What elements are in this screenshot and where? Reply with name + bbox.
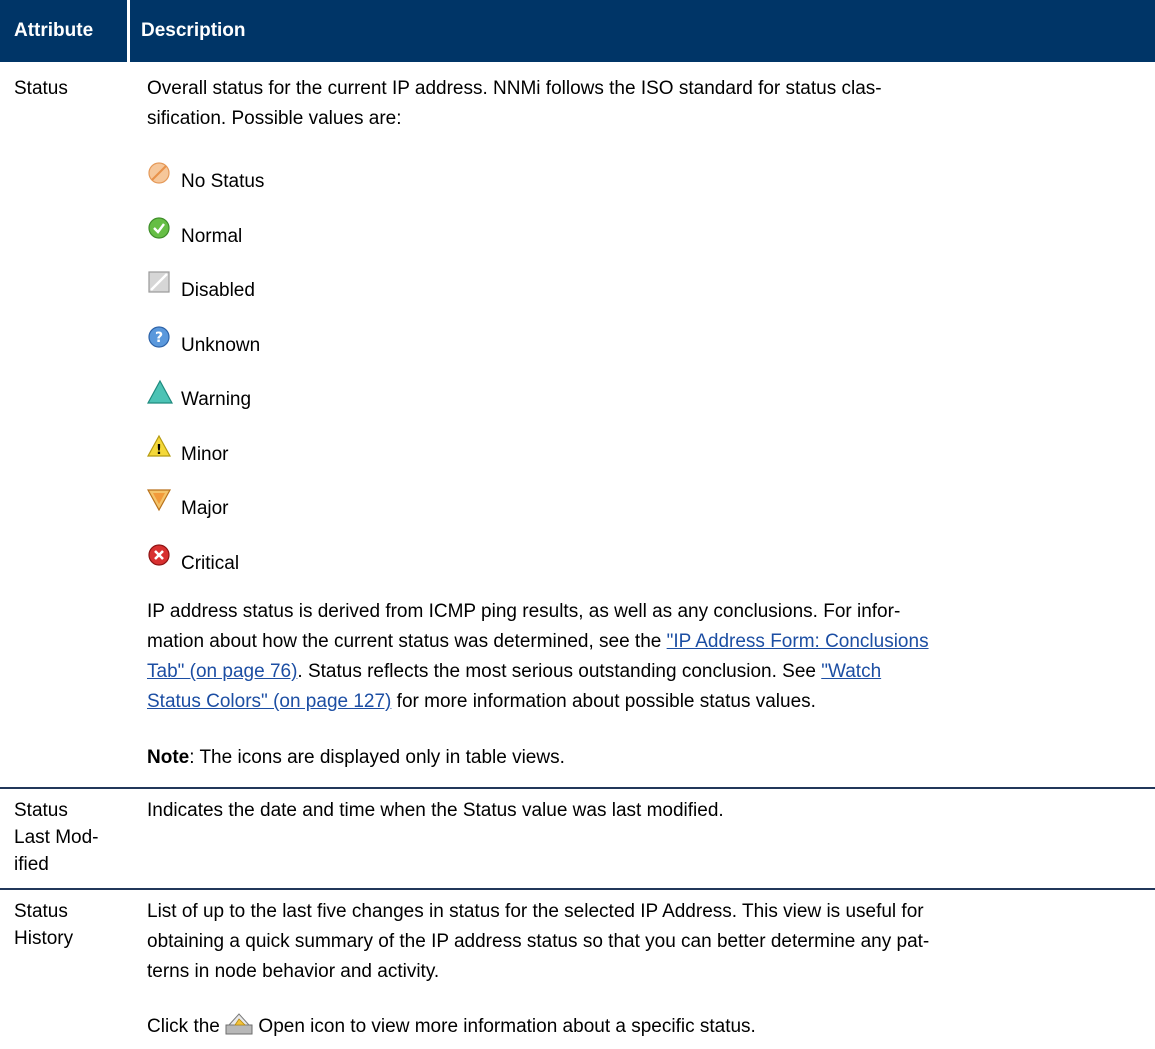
minor-icon: ! [147, 434, 172, 458]
status-para2-line4: Status Colors" (on page 127) for more in… [147, 687, 816, 717]
status-label: Unknown [181, 335, 261, 356]
attribute-line: History [14, 928, 74, 949]
header-description: Description [141, 20, 246, 41]
history-desc-line1: List of up to the last five changes in s… [147, 901, 924, 922]
open-icon [225, 1013, 253, 1035]
attribute-line: Last Mod- [14, 827, 99, 848]
svg-text:!: ! [156, 443, 162, 458]
history-click-instruction: Click the Open icon to view more informa… [147, 1012, 756, 1042]
status-label: Disabled [181, 280, 255, 301]
row-divider [0, 888, 1155, 890]
note-text: : The icons are displayed only in table … [189, 747, 565, 768]
status-para2-line3: Tab" (on page 76). Status reflects the m… [147, 657, 881, 687]
note-label: Note [147, 747, 190, 768]
attribute-line: Status [14, 800, 68, 821]
svg-text:?: ? [155, 330, 163, 346]
status-label: Normal [181, 226, 243, 247]
header-divider [127, 0, 130, 62]
status-label: Major [181, 498, 229, 519]
para2-text: for more information about possible stat… [391, 691, 816, 712]
status-para2-line2: mation about how the current status was … [147, 627, 929, 657]
attribute-status: Status [14, 78, 68, 99]
status-note: Note: The icons are displayed only in ta… [147, 743, 565, 773]
attribute-line: Status [14, 901, 68, 922]
disabled-icon [148, 271, 170, 293]
normal-icon [148, 217, 170, 239]
status-desc-line1: Overall status for the current IP addres… [147, 78, 882, 99]
warning-icon [147, 379, 174, 404]
status-label: Warning [181, 389, 252, 410]
status-label: Minor [181, 444, 229, 465]
table-header: Attribute Description [0, 0, 1155, 62]
row-divider [0, 787, 1155, 789]
link-watch-status-colors-cont[interactable]: Status Colors" (on page 127) [147, 691, 391, 712]
status-label: No Status [181, 171, 265, 192]
status-desc-line2: sification. Possible values are: [147, 108, 402, 129]
click-text: Open icon to view more information about… [253, 1016, 756, 1037]
status-para2-line1: IP address status is derived from ICMP p… [147, 597, 900, 627]
click-text: Click the [147, 1016, 226, 1037]
no-status-icon [148, 162, 170, 184]
critical-icon [148, 544, 170, 566]
major-icon [147, 489, 172, 512]
para2-text: IP address status is derived from ICMP p… [147, 601, 901, 622]
link-watch-status-colors[interactable]: "Watch [821, 661, 881, 682]
history-desc-line3: terns in node behavior and activity. [147, 961, 440, 982]
link-conclusions-tab[interactable]: "IP Address Form: Conclusions [667, 631, 929, 652]
header-attribute: Attribute [14, 20, 94, 41]
link-conclusions-tab-cont[interactable]: Tab" (on page 76) [147, 661, 297, 682]
history-desc-line2: obtaining a quick summary of the IP addr… [147, 931, 930, 952]
status-label: Critical [181, 553, 240, 574]
para2-text: . Status reflects the most serious outst… [297, 661, 822, 682]
unknown-icon: ? [148, 326, 170, 348]
attribute-line: ified [14, 854, 49, 875]
last-modified-desc: Indicates the date and time when the Sta… [147, 800, 724, 821]
para2-text: mation about how the current status was … [147, 631, 667, 652]
